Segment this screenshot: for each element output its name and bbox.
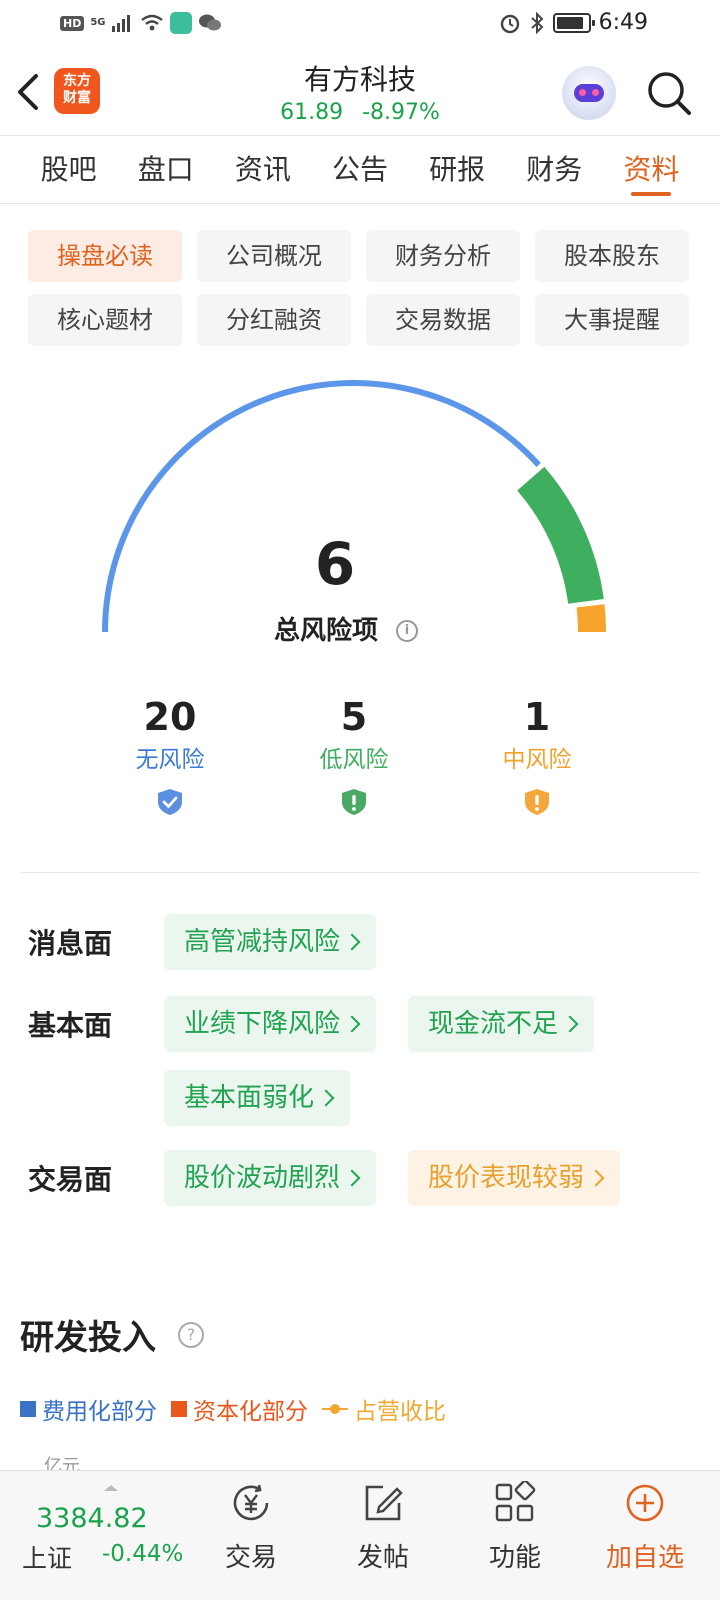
info-icon[interactable]: i — [396, 620, 418, 642]
bluetooth-icon — [530, 11, 544, 34]
search-button[interactable] — [646, 70, 692, 116]
wifi-icon — [140, 14, 163, 31]
shield-check-icon — [158, 789, 182, 815]
legend-swatch-revenue-ratio — [322, 1401, 348, 1417]
signal-icon — [111, 15, 130, 32]
status-left: HD 5G — [60, 12, 222, 34]
shield-alert-icon — [342, 789, 366, 815]
stock-price: 61.89 — [280, 100, 344, 125]
chip-high-volatility[interactable]: 股价波动剧烈 — [164, 1150, 377, 1206]
nav-add-watchlist-label: 加自选 — [605, 1543, 684, 1573]
subcat-financial-analysis[interactable]: 财务分析 — [366, 230, 520, 282]
rd-legend: 费用化部分 资本化部分 占营收比 — [20, 1392, 446, 1426]
app-notification-icon — [169, 12, 192, 34]
trade-yen-icon — [233, 1484, 269, 1521]
risk-gauge: 6 总风险项 i — [0, 360, 720, 660]
legend-label-capitalized: 资本化部分 — [193, 1399, 308, 1425]
assistant-robot-avatar[interactable] — [562, 66, 616, 120]
chip-exec-reduction-risk[interactable]: 高管减持风险 — [164, 914, 377, 970]
risk-label-medium: 中风险 — [502, 747, 572, 773]
shield-alert-icon — [525, 789, 549, 815]
risk-count-low: 5 — [340, 695, 368, 739]
section-divider — [20, 872, 700, 873]
risk-count-medium: 1 — [523, 695, 551, 739]
tab-pankou[interactable]: 盘口 — [138, 136, 194, 203]
tab-finance[interactable]: 财务 — [526, 136, 582, 203]
gauge-segment-3 — [576, 604, 606, 632]
fundamental-aspect-label: 基本面 — [28, 1009, 113, 1042]
index-change: -0.44% — [102, 1541, 184, 1567]
clock: 6:49 — [598, 10, 648, 35]
tab-research[interactable]: 研报 — [429, 136, 485, 203]
tab-guba[interactable]: 股吧 — [41, 136, 97, 203]
battery-icon — [552, 12, 595, 33]
risk-stat-medium[interactable]: 1 中风险 — [457, 694, 617, 820]
legend-swatch-capitalized — [171, 1401, 187, 1417]
nav-functions-label: 功能 — [488, 1543, 541, 1573]
subcat-shareholders[interactable]: 股本股东 — [535, 230, 689, 282]
chip-insufficient-cashflow[interactable]: 现金流不足 — [408, 996, 595, 1052]
risk-label-none: 无风险 — [135, 747, 205, 773]
add-circle-icon — [626, 1484, 664, 1522]
profile-subcategories: 操盘必读 公司概况 财务分析 股本股东 核心题材 分红融资 交易数据 大事提醒 — [28, 230, 692, 346]
subcat-trading-data[interactable]: 交易数据 — [366, 294, 520, 346]
apps-grid-icon — [495, 1479, 536, 1522]
stock-change-pct: -8.97% — [362, 100, 440, 125]
status-bar: HD 5G 6:49 — [0, 0, 720, 48]
subcat-event-reminders[interactable]: 大事提醒 — [535, 294, 689, 346]
subcat-trading-essentials[interactable]: 操盘必读 — [28, 230, 182, 282]
nav-trade[interactable]: 交易 — [196, 1479, 306, 1589]
help-icon[interactable]: ? — [178, 1322, 204, 1348]
total-risk-count: 6 — [314, 530, 356, 598]
network-indicator: 5G — [90, 17, 106, 28]
legend-label-revenue-ratio: 占营收比 — [354, 1399, 446, 1425]
risk-stat-low[interactable]: 5 低风险 — [274, 694, 434, 820]
risk-count-none: 20 — [143, 695, 197, 739]
stock-tabs: 股吧 盘口 资讯 公告 研报 财务 资料 — [0, 136, 720, 204]
tab-profile[interactable]: 资料 — [623, 136, 679, 203]
subcat-core-themes[interactable]: 核心题材 — [28, 294, 182, 346]
alarm-icon — [500, 14, 519, 33]
rd-section-title: 研发投入 — [20, 1318, 156, 1358]
subcat-company-overview[interactable]: 公司概况 — [197, 230, 351, 282]
status-right: 6:49 — [499, 10, 648, 35]
subcat-dividends[interactable]: 分红融资 — [197, 294, 351, 346]
compose-icon — [365, 1485, 403, 1521]
hd-indicator: HD — [60, 15, 85, 31]
legend-capitalized[interactable]: 资本化部分 — [171, 1392, 308, 1426]
trading-aspect-label: 交易面 — [28, 1163, 113, 1196]
legend-swatch-expensed — [20, 1401, 36, 1417]
nav-post-label: 发帖 — [356, 1543, 409, 1573]
market-index-ticker[interactable]: 3384.82 上证 -0.44% — [20, 1481, 190, 1591]
nav-post[interactable]: 发帖 — [328, 1479, 438, 1589]
bottom-navigation: 3384.82 上证 -0.44% 交易 发帖 功能 加自选 — [0, 1470, 720, 1600]
legend-revenue-ratio[interactable]: 占营收比 — [322, 1392, 446, 1426]
total-risk-label: 总风险项 — [274, 616, 379, 646]
tab-news[interactable]: 资讯 — [235, 136, 291, 203]
robot-face-icon — [574, 84, 604, 102]
chip-earnings-decline-risk[interactable]: 业绩下降风险 — [164, 996, 377, 1052]
wechat-icon — [198, 14, 221, 31]
nav-functions[interactable]: 功能 — [460, 1479, 570, 1589]
nav-trade-label: 交易 — [224, 1543, 277, 1573]
legend-label-expensed: 费用化部分 — [42, 1399, 157, 1425]
expand-caret-icon — [104, 1485, 118, 1491]
risk-label-low: 低风险 — [319, 747, 389, 773]
news-aspect-label: 消息面 — [28, 927, 113, 960]
chip-weak-price-performance[interactable]: 股价表现较弱 — [408, 1150, 621, 1206]
index-value: 3384.82 — [36, 1503, 148, 1534]
index-name: 上证 — [22, 1544, 73, 1573]
tab-announcements[interactable]: 公告 — [332, 136, 388, 203]
stock-header: 东方 财富 有方科技 61.89 -8.97% — [0, 48, 720, 136]
legend-expensed[interactable]: 费用化部分 — [20, 1392, 157, 1426]
nav-add-watchlist[interactable]: 加自选 — [590, 1479, 700, 1589]
chip-weakening-fundamentals[interactable]: 基本面弱化 — [164, 1070, 351, 1126]
risk-stat-none[interactable]: 20 无风险 — [90, 694, 250, 820]
